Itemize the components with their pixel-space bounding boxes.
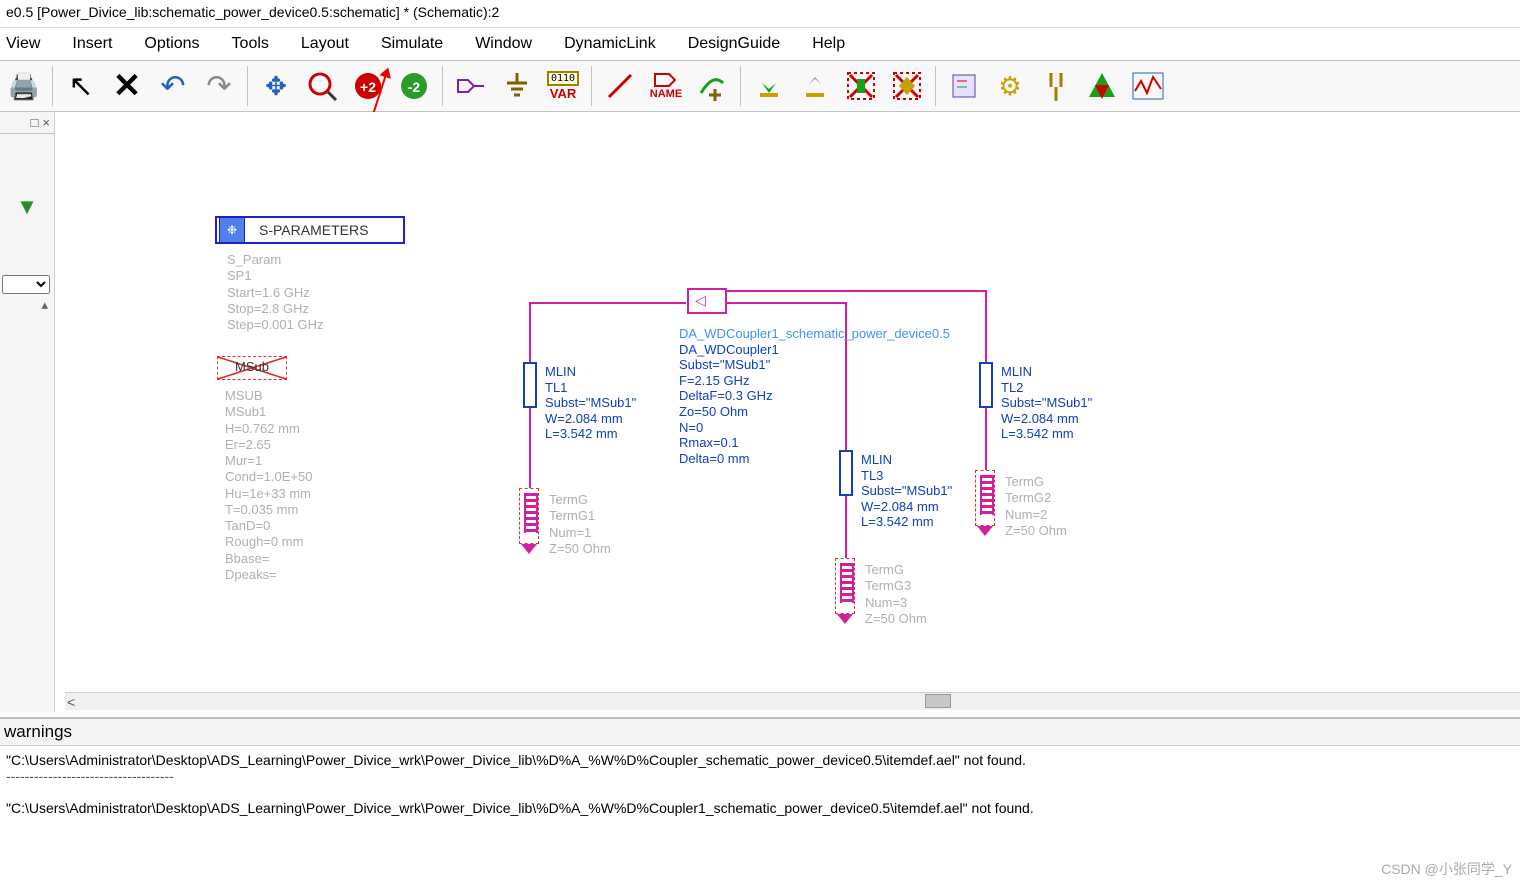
toolbar: 🖨️ ↖ ✕ ↶ ↷ ✥ +2 -2 0110VAR NAME ⚙ (0, 60, 1520, 112)
msub-component[interactable]: MSub (217, 356, 287, 380)
deactivate-diamond-icon[interactable] (887, 66, 927, 106)
gear-icon[interactable]: ⚙ (990, 66, 1030, 106)
menu-dynamiclink[interactable]: DynamicLink (564, 35, 656, 53)
separator (52, 66, 53, 106)
pin-icon[interactable] (692, 66, 732, 106)
schematic-canvas[interactable]: ❉ S-PARAMETERS S_ParamSP1Start=1.6 GHzSt… (55, 112, 1520, 705)
move-icon[interactable]: ✥ (256, 66, 296, 106)
coupler-component[interactable] (687, 288, 727, 314)
results-icon[interactable] (1128, 66, 1168, 106)
ground-icon (837, 614, 853, 624)
filter-icon[interactable]: ▼ (0, 194, 54, 220)
title-bar: e0.5 [Power_Divice_lib:schematic_power_d… (0, 0, 1520, 28)
wire[interactable] (727, 290, 987, 292)
download-icon[interactable] (749, 66, 789, 106)
redo-icon[interactable]: ↷ (199, 66, 239, 106)
term1-params: TermGTermG1Num=1Z=50 Ohm (549, 492, 611, 557)
menu-designguide[interactable]: DesignGuide (688, 35, 781, 53)
console-separator: ------------------------------------ (6, 768, 1514, 784)
scroll-thumb[interactable] (925, 694, 951, 708)
delete-icon[interactable]: ✕ (107, 66, 147, 106)
wire-icon[interactable] (600, 66, 640, 106)
separator (740, 66, 741, 106)
separator (442, 66, 443, 106)
tl3-params: MLINTL3Subst="MSub1"W=2.084 mmL=3.542 mm (861, 452, 952, 530)
name-icon[interactable]: NAME (646, 66, 686, 106)
tl2-params: MLINTL2Subst="MSub1"W=2.084 mmL=3.542 mm (1001, 364, 1092, 442)
menu-insert[interactable]: Insert (72, 35, 112, 53)
ground-icon (977, 526, 993, 536)
term-g3[interactable] (835, 558, 855, 614)
upload-icon[interactable] (795, 66, 835, 106)
console-line: "C:\Users\Administrator\Desktop\ADS_Lear… (6, 752, 1514, 768)
coupler-params: DA_WDCoupler1_schematic_power_device0.5D… (679, 326, 950, 466)
wire[interactable] (529, 408, 531, 488)
separator (591, 66, 592, 106)
sparam-params: S_ParamSP1Start=1.6 GHzStop=2.8 GHzStep=… (227, 252, 323, 333)
zoom-select-icon[interactable] (302, 66, 342, 106)
zoom-out-icon[interactable]: -2 (394, 66, 434, 106)
console-line: "C:\Users\Administrator\Desktop\ADS_Lear… (6, 800, 1514, 816)
warnings-header: warnings (0, 717, 1520, 745)
menu-layout[interactable]: Layout (301, 35, 349, 53)
watermark: CSDN @小张同学_Y (1381, 859, 1512, 879)
wire[interactable] (985, 290, 987, 362)
ground-icon (521, 544, 537, 554)
wire[interactable] (845, 496, 847, 558)
horizontal-scrollbar[interactable]: < (65, 692, 1520, 710)
menu-simulate[interactable]: Simulate (381, 35, 443, 53)
menu-tools[interactable]: Tools (232, 35, 269, 53)
var-icon[interactable]: 0110VAR (543, 66, 583, 106)
menu-options[interactable]: Options (144, 35, 199, 53)
wire[interactable] (985, 408, 987, 470)
scroll-left-icon[interactable]: < (67, 694, 75, 710)
separator (935, 66, 936, 106)
pointer-icon[interactable]: ↖ (61, 66, 101, 106)
ground-icon[interactable] (497, 66, 537, 106)
port-icon[interactable] (451, 66, 491, 106)
tune-icon[interactable] (944, 66, 984, 106)
print-icon[interactable]: 🖨️ (4, 66, 44, 106)
mlin-tl2[interactable] (979, 362, 993, 408)
palette-select[interactable] (2, 275, 50, 294)
mlin-tl3[interactable] (839, 450, 853, 496)
console-output: "C:\Users\Administrator\Desktop\ADS_Lear… (0, 745, 1520, 885)
scroll-up-icon[interactable]: ▴ (0, 298, 54, 311)
term3-params: TermGTermG3Num=3Z=50 Ohm (865, 562, 927, 627)
msub-params: MSUBMSub1H=0.762 mmEr=2.65Mur=1Cond=1.0E… (225, 388, 312, 583)
wire[interactable] (529, 302, 531, 362)
tuning-fork-icon[interactable] (1036, 66, 1076, 106)
undo-icon[interactable]: ↶ (153, 66, 193, 106)
term-g1[interactable] (519, 488, 539, 544)
mlin-tl1[interactable] (523, 362, 537, 408)
deactivate-x-icon[interactable] (841, 66, 881, 106)
close-panel-icon[interactable]: × (42, 115, 50, 130)
separator (247, 66, 248, 106)
sparam-icon: ❉ (219, 217, 245, 243)
sparam-label: S-PARAMETERS (247, 222, 380, 238)
term2-params: TermGTermG2Num=2Z=50 Ohm (1005, 474, 1067, 539)
menu-view[interactable]: View (6, 35, 40, 53)
sparam-controller[interactable]: ❉ S-PARAMETERS (215, 216, 405, 244)
term-g2[interactable] (975, 470, 995, 526)
side-panel: □ × ▼ ▴ (0, 112, 55, 712)
pin-panel-icon[interactable]: □ (31, 115, 39, 130)
wire[interactable] (727, 302, 847, 304)
tl1-params: MLINTL1Subst="MSub1"W=2.084 mmL=3.542 mm (545, 364, 636, 442)
menu-window[interactable]: Window (475, 35, 532, 53)
svg-text:-2: -2 (408, 79, 421, 95)
menu-bar: View Insert Options Tools Layout Simulat… (0, 28, 1520, 60)
svg-text:+2: +2 (360, 79, 376, 95)
wire[interactable] (531, 302, 686, 304)
menu-help[interactable]: Help (812, 35, 845, 53)
optimize-icon[interactable] (1082, 66, 1122, 106)
